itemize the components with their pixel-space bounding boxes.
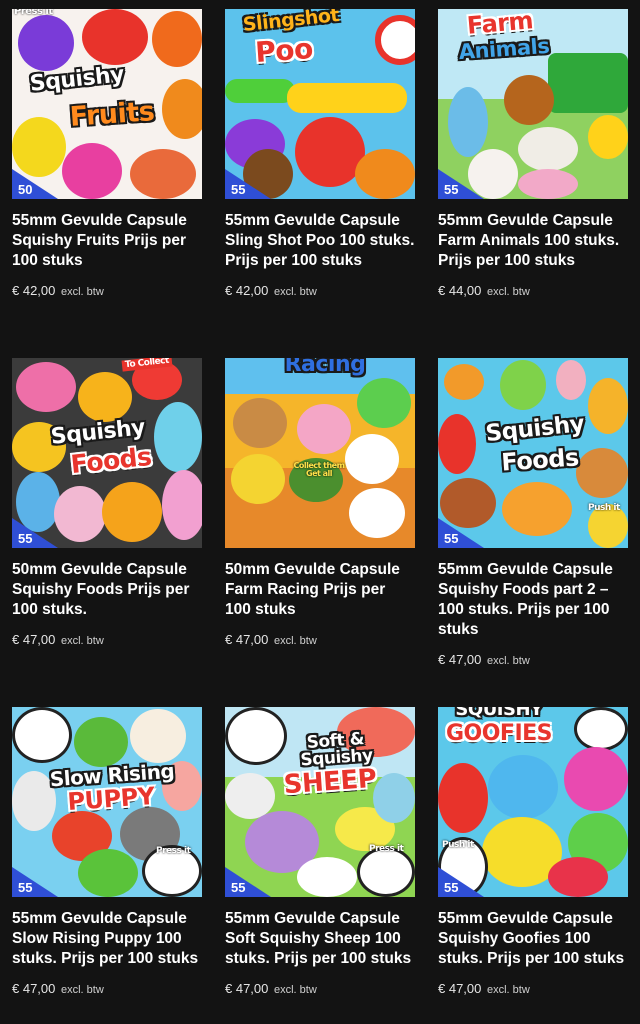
price-amount: € 47,00 xyxy=(12,632,56,647)
price-tax-note: excl. btw xyxy=(274,984,317,996)
price-tax-note: excl. btw xyxy=(274,635,317,647)
image-title-line2: PUPPY xyxy=(66,781,156,817)
size-badge-number: 55 xyxy=(18,880,33,895)
price-tax-note: excl. btw xyxy=(274,286,317,298)
image-title-line1: SQUISHY xyxy=(455,707,543,720)
product-price: € 47,00 excl. btw xyxy=(12,981,202,996)
image-extra: Press it xyxy=(156,846,191,856)
product-price: € 44,00 excl. btw xyxy=(438,283,628,298)
image-extra: Press it xyxy=(369,844,404,854)
product-card[interactable]: SQUISHY GOOFIES Push it 55 55mm Gevulde … xyxy=(438,707,628,996)
product-image[interactable]: Soft & Squishy SHEEP Press it 55 xyxy=(225,707,415,897)
product-card[interactable]: Farm Animals 55 55mm Gevulde Capsule Far… xyxy=(438,9,628,298)
image-title: Racing xyxy=(284,358,366,377)
image-extra: Collect them Get all xyxy=(293,461,345,478)
price-tax-note: excl. btw xyxy=(61,984,104,996)
size-badge-number: 55 xyxy=(444,182,459,197)
product-card[interactable]: Soft & Squishy SHEEP Press it 55 55mm Ge… xyxy=(225,707,415,996)
product-card[interactable]: Squishy Fruits Press it 50 55mm Gevulde … xyxy=(12,9,202,298)
product-price: € 42,00 excl. btw xyxy=(12,283,202,298)
product-price: € 47,00 excl. btw xyxy=(438,981,628,996)
image-title-line2: SHEEP xyxy=(282,763,378,801)
size-badge-number: 55 xyxy=(444,880,459,895)
price-tax-note: excl. btw xyxy=(61,286,104,298)
product-image[interactable]: SQUISHY GOOFIES Push it 55 xyxy=(438,707,628,897)
product-price: € 47,00 excl. btw xyxy=(225,632,415,647)
product-name[interactable]: 50mm Gevulde Capsule Squishy Foods Prijs… xyxy=(12,560,202,620)
image-title-line2: GOOFIES xyxy=(445,721,553,746)
product-grid: Squishy Fruits Press it 50 55mm Gevulde … xyxy=(0,0,640,1024)
product-name[interactable]: 55mm Gevulde Capsule Sling Shot Poo 100 … xyxy=(225,211,415,271)
product-name[interactable]: 55mm Gevulde Capsule Squishy Fruits Prij… xyxy=(12,211,202,271)
image-extra: Press it xyxy=(14,9,53,17)
size-badge-number: 55 xyxy=(231,880,246,895)
product-name[interactable]: 55mm Gevulde Capsule Farm Animals 100 st… xyxy=(438,211,628,271)
product-card[interactable]: Racing Collect them Get all 50mm Gevulde… xyxy=(225,358,415,647)
price-amount: € 47,00 xyxy=(12,981,56,996)
image-title-line1: Squishy xyxy=(484,410,586,448)
size-badge-number: 55 xyxy=(444,531,459,546)
product-name[interactable]: 55mm Gevulde Capsule Soft Squishy Sheep … xyxy=(225,909,415,969)
product-image[interactable]: Slingshot Poo 55 xyxy=(225,9,415,199)
product-name[interactable]: 55mm Gevulde Capsule Squishy Goofies 100… xyxy=(438,909,628,969)
product-card[interactable]: Slow Rising PUPPY Press it 55 55mm Gevul… xyxy=(12,707,202,996)
price-amount: € 47,00 xyxy=(225,632,269,647)
product-name[interactable]: 50mm Gevulde Capsule Farm Racing Prijs p… xyxy=(225,560,415,620)
price-amount: € 47,00 xyxy=(225,981,269,996)
product-image[interactable]: Squishy Foods To Collect 55 xyxy=(12,358,202,548)
price-amount: € 47,00 xyxy=(438,652,482,667)
image-title-line2: Foods xyxy=(500,443,580,477)
size-badge-number: 55 xyxy=(231,182,246,197)
product-image[interactable]: Squishy Fruits Press it 50 xyxy=(12,9,202,199)
price-amount: € 47,00 xyxy=(438,981,482,996)
product-card[interactable]: Squishy Foods Push it 55 55mm Gevulde Ca… xyxy=(438,358,628,667)
image-extra: Push it xyxy=(442,840,474,850)
product-image[interactable]: Farm Animals 55 xyxy=(438,9,628,199)
product-name[interactable]: 55mm Gevulde Capsule Squishy Foods part … xyxy=(438,560,628,640)
size-badge-number: 55 xyxy=(18,531,33,546)
product-card[interactable]: Squishy Foods To Collect 55 50mm Gevulde… xyxy=(12,358,202,647)
product-card[interactable]: Slingshot Poo 55 55mm Gevulde Capsule Sl… xyxy=(225,9,415,298)
product-price: € 42,00 excl. btw xyxy=(225,283,415,298)
product-price: € 47,00 excl. btw xyxy=(438,652,628,667)
product-image[interactable]: Slow Rising PUPPY Press it 55 xyxy=(12,707,202,897)
price-amount: € 42,00 xyxy=(225,283,269,298)
image-title-line1: Slingshot xyxy=(241,9,340,36)
price-tax-note: excl. btw xyxy=(61,635,104,647)
product-image[interactable]: Racing Collect them Get all xyxy=(225,358,415,548)
image-title-line2: Fruits xyxy=(68,96,156,133)
price-tax-note: excl. btw xyxy=(487,655,530,667)
product-image[interactable]: Squishy Foods Push it 55 xyxy=(438,358,628,548)
image-extra: Push it xyxy=(588,503,620,513)
price-amount: € 44,00 xyxy=(438,283,482,298)
size-badge-number: 50 xyxy=(18,182,33,197)
product-name[interactable]: 55mm Gevulde Capsule Slow Rising Puppy 1… xyxy=(12,909,202,969)
price-amount: € 42,00 xyxy=(12,283,56,298)
price-tax-note: excl. btw xyxy=(487,984,530,996)
product-price: € 47,00 excl. btw xyxy=(225,981,415,996)
price-tax-note: excl. btw xyxy=(487,286,530,298)
image-title-line2: Poo xyxy=(254,32,314,69)
product-price: € 47,00 excl. btw xyxy=(12,632,202,647)
